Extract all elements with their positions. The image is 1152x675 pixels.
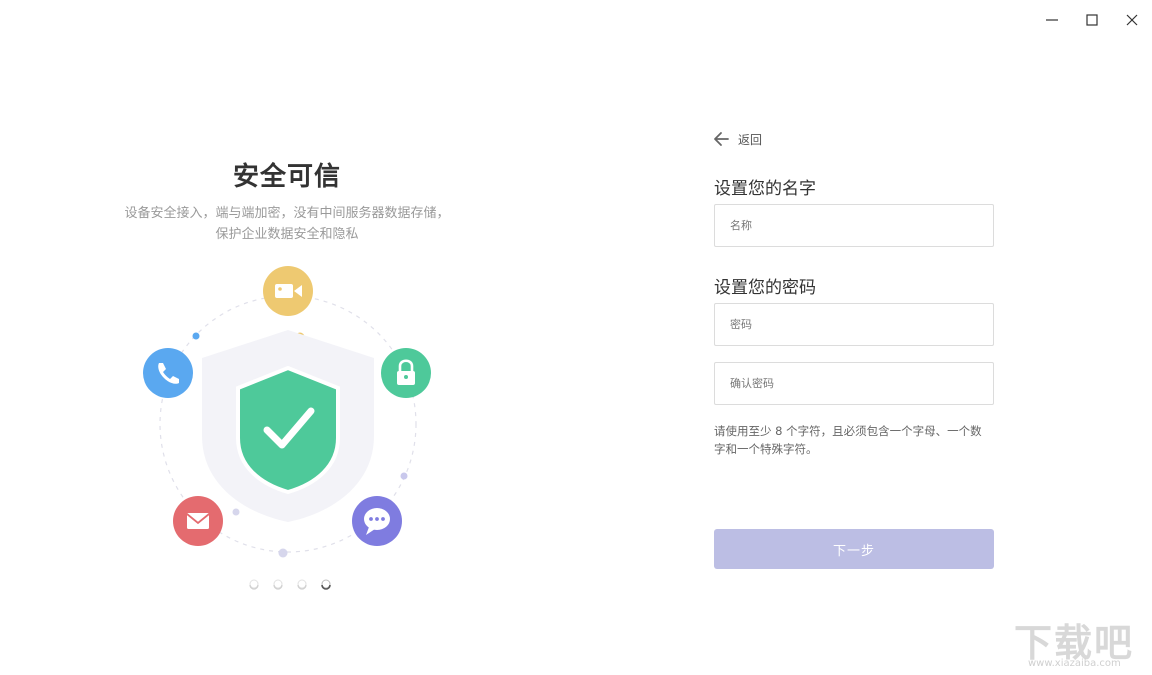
orbit-dot xyxy=(192,332,200,340)
hero-description: 设备安全接入，端与端加密，没有中间服务器数据存储， 保护企业数据安全和隐私 xyxy=(100,203,474,245)
orbit-dot xyxy=(400,472,408,480)
orbit-dot xyxy=(232,508,240,516)
hero-description-line: 设备安全接入，端与端加密，没有中间服务器数据存储， xyxy=(124,206,450,221)
carousel-dot[interactable] xyxy=(249,579,259,590)
security-illustration xyxy=(143,266,431,558)
password-hint-line: 字和一个特殊字符。 xyxy=(714,442,818,456)
password-input[interactable] xyxy=(714,303,994,346)
name-section-label: 设置您的名字 xyxy=(714,179,816,199)
back-label: 返回 xyxy=(738,132,763,147)
name-input[interactable] xyxy=(714,204,994,247)
close-button[interactable] xyxy=(1120,8,1144,32)
carousel-dot[interactable] xyxy=(273,579,283,590)
arrow-left-icon xyxy=(714,132,729,146)
back-button[interactable]: 返回 xyxy=(712,128,762,150)
watermark-url: www.xiazaiba.com xyxy=(1028,658,1121,669)
minimize-button[interactable] xyxy=(1040,8,1064,32)
shield-check-icon xyxy=(236,365,340,495)
maximize-icon xyxy=(1086,14,1098,26)
video-icon xyxy=(263,266,313,316)
watermark-logo: 下载吧 www.xiazaiba.com xyxy=(1010,612,1150,674)
password-section-label: 设置您的密码 xyxy=(714,278,816,298)
lock-icon xyxy=(381,348,431,398)
hero-description-line: 保护企业数据安全和隐私 xyxy=(215,227,359,242)
next-button[interactable]: 下一步 xyxy=(714,529,994,569)
mail-icon xyxy=(173,496,223,546)
orbit-dot xyxy=(278,548,288,558)
carousel-dot-active[interactable] xyxy=(321,579,331,590)
confirm-password-input[interactable] xyxy=(714,362,994,405)
carousel-dot[interactable] xyxy=(297,579,307,590)
hero-title: 安全可信 xyxy=(232,162,341,192)
maximize-button[interactable] xyxy=(1080,8,1104,32)
carousel-dots xyxy=(249,579,331,590)
close-icon xyxy=(1126,14,1138,26)
phone-icon xyxy=(143,348,193,398)
password-hint-line: 请使用至少 8 个字符，且必须包含一个字母、一个数 xyxy=(714,424,982,438)
password-hint: 请使用至少 8 个字符，且必须包含一个字母、一个数 字和一个特殊字符。 xyxy=(714,422,996,458)
chat-icon xyxy=(352,496,402,546)
minimize-icon xyxy=(1046,19,1058,21)
